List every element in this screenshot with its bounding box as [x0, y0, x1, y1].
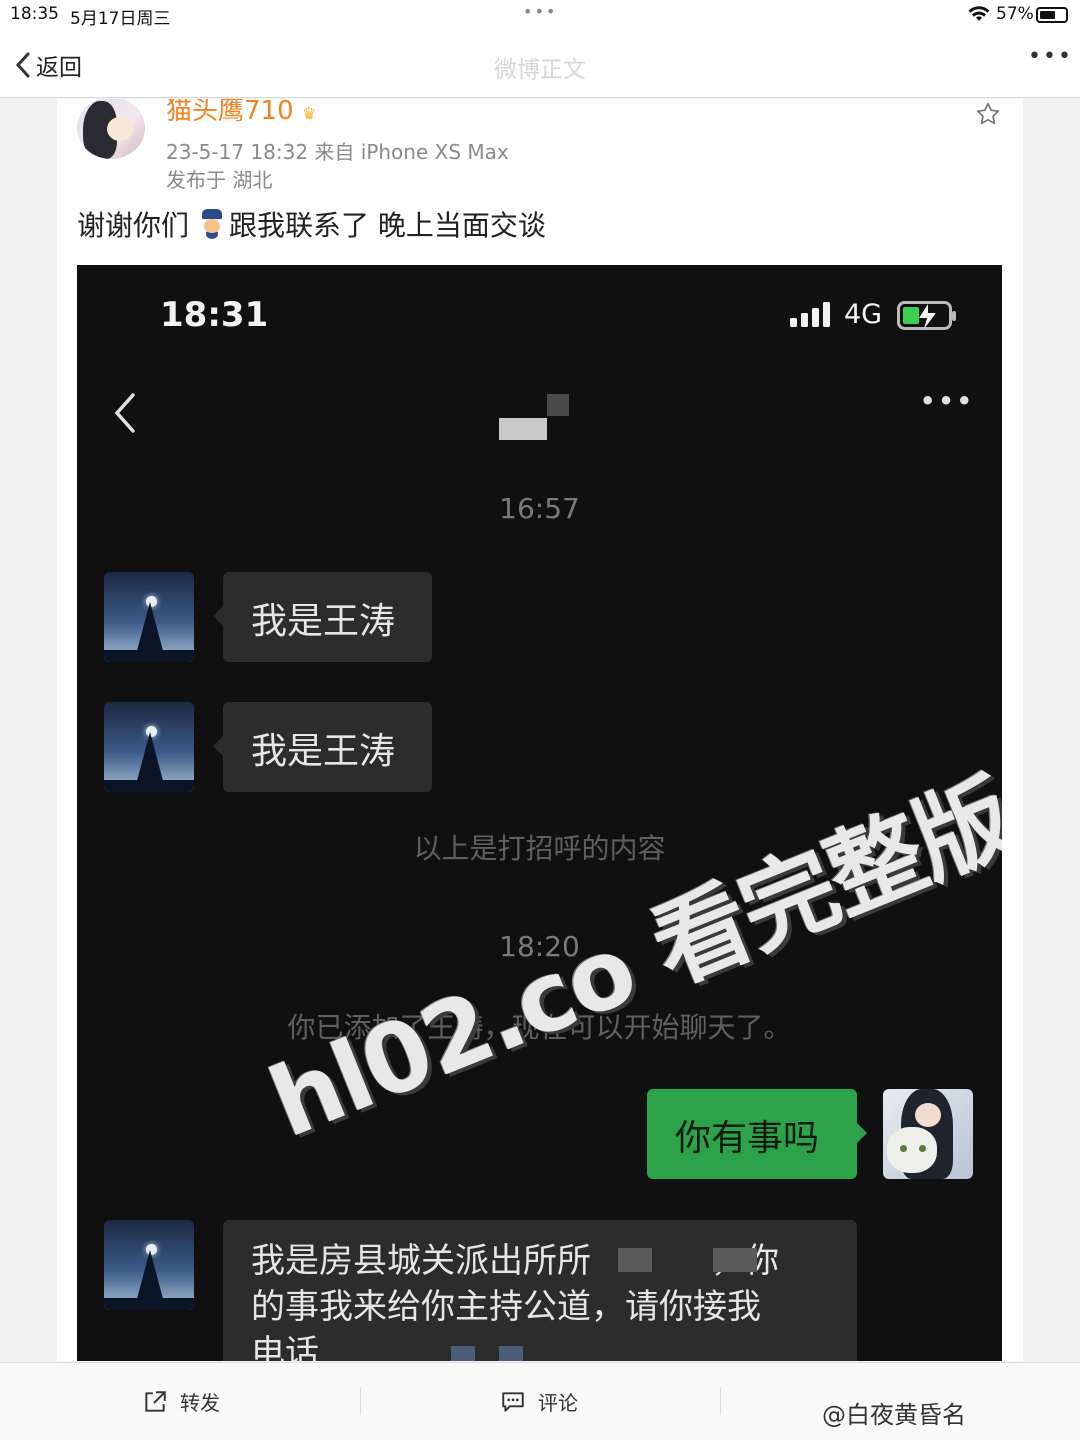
- redacted-block: [713, 1248, 757, 1272]
- chat-status-time: 18:31: [160, 295, 269, 335]
- message-line-3: 电话: [251, 1333, 319, 1361]
- post-location: 发布于 湖北: [166, 168, 273, 192]
- redacted-contact-name: [499, 418, 547, 440]
- redacted-contact-name-2: [547, 394, 569, 416]
- message-bubble-incoming[interactable]: 我是王涛: [213, 702, 432, 792]
- message-bubble-outgoing[interactable]: 你有事吗: [647, 1089, 867, 1179]
- crown-badge-icon: ♛: [301, 104, 317, 123]
- battery-icon: [1036, 7, 1068, 23]
- comment-label: 评论: [538, 1391, 578, 1415]
- post-card: 猫头鹰710 ♛ 23-5-17 18:32 来自 iPhone XS Max …: [57, 99, 1023, 1361]
- star-icon[interactable]: [975, 101, 1001, 131]
- username[interactable]: 猫头鹰710 ♛: [166, 99, 316, 127]
- message-line-2: 的事我来给你主持公道，请你接我: [251, 1287, 761, 1327]
- status-date: 5月17日周三: [70, 9, 171, 29]
- avatar[interactable]: [77, 99, 145, 159]
- message-line-1-text: 我是房县城关派出所所: [251, 1241, 591, 1281]
- battery-percent: 57%: [996, 4, 1034, 24]
- redacted-block: [499, 1346, 523, 1361]
- top-nav-bar: 返回 微博正文 •••: [0, 30, 1080, 98]
- divider: [360, 1387, 361, 1415]
- multitask-dots-icon[interactable]: •••: [523, 2, 557, 21]
- chat-back-icon[interactable]: [113, 393, 137, 437]
- divider: [720, 1387, 721, 1415]
- charging-battery-icon: [897, 301, 957, 335]
- contact-avatar[interactable]: [104, 1220, 194, 1310]
- chat-screenshot-image[interactable]: 18:31 4G ••• 16:57 我是王涛 我是王涛 以上是打招呼的内容 1…: [77, 265, 1002, 1361]
- user-avatar[interactable]: [883, 1089, 973, 1179]
- post-meta: 23-5-17 18:32 来自 iPhone XS Max: [166, 140, 509, 164]
- page-title: 微博正文: [494, 57, 586, 83]
- police-officer-icon: [199, 209, 225, 239]
- post-text-part2: 跟我联系了 晚上当面交谈: [229, 209, 546, 242]
- source-credit: @白夜黄昏名: [822, 1401, 966, 1429]
- redacted-block: [451, 1346, 475, 1361]
- message-bubble-incoming[interactable]: 我是王涛: [213, 572, 432, 662]
- status-time: 18:35: [10, 4, 59, 24]
- share-icon: [145, 1390, 166, 1412]
- bottom-action-bar: 转发 评论 @白夜黄昏名: [0, 1362, 1080, 1440]
- repost-label: 转发: [180, 1391, 220, 1415]
- contact-avatar[interactable]: [104, 702, 194, 792]
- comment-icon: [502, 1391, 524, 1412]
- post-text-part1: 谢谢你们: [77, 209, 190, 242]
- status-bar: 18:35 5月17日周三 ••• 57%: [0, 0, 1080, 30]
- chat-menu-icon[interactable]: •••: [920, 387, 975, 415]
- post-text: 谢谢你们 跟我联系了 晚上当面交谈: [77, 204, 546, 244]
- chat-timestamp: 16:57: [499, 492, 580, 525]
- comment-button[interactable]: 评论: [500, 1387, 578, 1416]
- cellular-signal-icon: [790, 302, 834, 332]
- message-bubble-incoming-long[interactable]: 我是房县城关派出所所，你 的事我来给你主持公道，请你接我 电话: [223, 1220, 857, 1361]
- redacted-block: [618, 1248, 652, 1272]
- contact-avatar[interactable]: [104, 572, 194, 662]
- username-text: 猫头鹰710: [166, 99, 294, 126]
- network-label: 4G: [844, 299, 883, 330]
- more-icon[interactable]: •••: [1028, 44, 1073, 69]
- wifi-icon: [967, 5, 991, 28]
- repost-button[interactable]: 转发: [142, 1387, 220, 1416]
